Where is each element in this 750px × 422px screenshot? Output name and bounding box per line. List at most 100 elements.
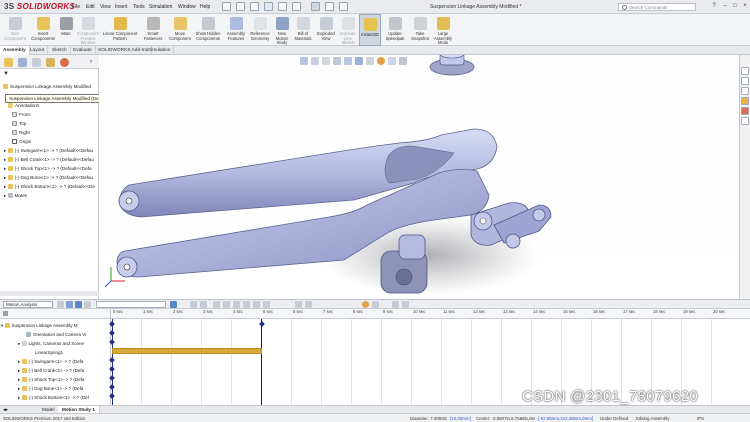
units-selector[interactable]: IPS bbox=[697, 415, 704, 422]
property-manager-tab-icon[interactable] bbox=[18, 58, 27, 67]
print-icon[interactable] bbox=[278, 2, 287, 11]
zoom-area-icon[interactable] bbox=[311, 57, 319, 65]
key-point[interactable] bbox=[109, 366, 115, 372]
scene-icon[interactable] bbox=[388, 57, 396, 65]
bill-of-materials-button[interactable]: Bill of Materials bbox=[293, 14, 313, 46]
reference-geometry-button[interactable]: Reference Geometry bbox=[249, 14, 271, 46]
take-snapshot-button[interactable]: Take Snapshot bbox=[409, 14, 431, 46]
hide-show-icon[interactable] bbox=[366, 57, 374, 65]
key-point[interactable] bbox=[109, 384, 115, 390]
section-view-icon[interactable] bbox=[333, 57, 341, 65]
calculator-icon[interactable] bbox=[57, 301, 64, 308]
contact-icon[interactable] bbox=[253, 301, 260, 308]
linear-pattern-button[interactable]: Linear Component Pattern bbox=[102, 14, 138, 46]
timeline-filter-icon[interactable] bbox=[372, 301, 379, 308]
view-palette-icon[interactable] bbox=[741, 97, 749, 105]
timeline-ruler[interactable]: 0 sec 1 sec 2 sec 3 sec 4 sec 5 sec 6 se… bbox=[111, 309, 750, 319]
damper-icon[interactable] bbox=[233, 301, 240, 308]
tree-root[interactable]: Suspension Linkage Assembly Modified bbox=[3, 83, 91, 91]
menu-view[interactable]: View bbox=[100, 4, 111, 10]
zoom-in-timeline-icon[interactable] bbox=[392, 301, 399, 308]
key-point[interactable] bbox=[109, 357, 115, 363]
motion-tree-shock-top[interactable]: ▸ (-) Shock Top<1> -> ? (Defa bbox=[18, 375, 84, 384]
motion-tree-swingarm[interactable]: ▸ (-) Swingarm<1> -> ? (Defa bbox=[18, 357, 83, 366]
large-assembly-mode-button[interactable]: Large Assembly Mode bbox=[432, 14, 454, 46]
tree-item-shock-top[interactable]: ▸ (-) Shock Top<1> -> ? (Default<<Defa bbox=[4, 165, 92, 173]
study-properties-icon[interactable] bbox=[305, 301, 312, 308]
motion-tree-dog-bone[interactable]: ▸ (-) Dog Bone<1> -> ? (Defa bbox=[18, 384, 83, 393]
motion-tree-lights[interactable]: ▸ Lights, Cameras and Scene bbox=[18, 339, 84, 348]
tab-simulation[interactable]: Simulation bbox=[145, 46, 175, 55]
help-icon[interactable]: ? bbox=[710, 3, 718, 10]
insert-components-button[interactable]: Insert Components bbox=[29, 14, 57, 46]
tree-item-right[interactable]: Right bbox=[12, 129, 30, 137]
explode-line-sketch-button[interactable]: Explode Line Sketch bbox=[338, 14, 358, 46]
options-icon[interactable] bbox=[339, 2, 348, 11]
tree-item-shock-bottom[interactable]: ▸ (-) Shock Bottom<1> -> ? (Default<<De bbox=[4, 183, 95, 191]
appearances-icon[interactable] bbox=[741, 107, 749, 115]
key-point[interactable] bbox=[109, 321, 115, 327]
display-manager-tab-icon[interactable] bbox=[60, 58, 69, 67]
custom-properties-icon[interactable] bbox=[741, 117, 749, 125]
motion-tree-root[interactable]: ▾ Suspension Linkage Assembly M bbox=[1, 321, 78, 330]
tab-evaluate[interactable]: Evaluate bbox=[70, 46, 96, 55]
config-manager-tab-icon[interactable] bbox=[32, 58, 41, 67]
update-speedpak-button[interactable]: Update Speedpak bbox=[383, 14, 407, 46]
zoom-to-fit-icon[interactable] bbox=[300, 57, 308, 65]
time-bar[interactable] bbox=[261, 319, 262, 405]
gravity-icon[interactable] bbox=[263, 301, 270, 308]
display-style-icon[interactable] bbox=[355, 57, 363, 65]
home-icon[interactable] bbox=[222, 2, 231, 11]
solidworks-logo[interactable]: 3S SOLIDWORKS bbox=[4, 2, 75, 11]
menu-window[interactable]: Window bbox=[178, 4, 196, 10]
graphics-area[interactable] bbox=[99, 49, 739, 299]
search-input[interactable]: Search Commands bbox=[618, 3, 696, 11]
tab-addins[interactable]: SOLIDWORKS Add-Ins bbox=[95, 46, 153, 55]
instant3d-button[interactable]: Instant3D bbox=[359, 14, 381, 46]
zoom-out-timeline-icon[interactable] bbox=[402, 301, 409, 308]
key-point[interactable] bbox=[109, 330, 115, 336]
add-key-icon[interactable] bbox=[200, 301, 207, 308]
new-document-icon[interactable] bbox=[236, 2, 245, 11]
undo-icon[interactable] bbox=[292, 2, 301, 11]
motion-tree-orientation[interactable]: Orientation and Camera Vi bbox=[26, 330, 86, 339]
previous-view-icon[interactable] bbox=[322, 57, 330, 65]
motor-icon[interactable] bbox=[213, 301, 220, 308]
play-from-start-icon[interactable] bbox=[66, 301, 73, 308]
tree-item-swingarm[interactable]: ▸ (-) Swingarm<1> -> ? (Default<<Defau bbox=[4, 147, 93, 155]
exploded-view-button[interactable]: Exploded View bbox=[315, 14, 337, 46]
design-library-icon[interactable] bbox=[741, 77, 749, 85]
save-icon[interactable] bbox=[264, 2, 273, 11]
tree-item-dog-bone[interactable]: ▸ (-) Dog Bone<1> -> ? (Default<<Defau bbox=[4, 174, 93, 182]
dimxpert-tab-icon[interactable] bbox=[46, 58, 55, 67]
assembly-features-button[interactable]: Assembly Features bbox=[224, 14, 248, 46]
play-icon[interactable] bbox=[75, 301, 82, 308]
mate-button[interactable]: Mate bbox=[58, 14, 74, 46]
panel-scrollbar[interactable] bbox=[0, 291, 99, 296]
key-point[interactable] bbox=[109, 375, 115, 381]
minimize-icon[interactable]: – bbox=[721, 3, 729, 10]
menu-file[interactable]: File bbox=[72, 4, 80, 10]
motion-tree-bell-crank[interactable]: ▸ (-) Bell Crank<1> -> ? (Defa bbox=[18, 366, 84, 375]
motion-tree-shock-bottom[interactable]: ▸ (-) Shock Bottom<1> -> ? (Def bbox=[18, 393, 89, 402]
appearance-icon[interactable] bbox=[377, 57, 385, 65]
spring-timeline-bar[interactable] bbox=[112, 348, 262, 354]
resources-icon[interactable] bbox=[741, 67, 749, 75]
chevron-right-icon[interactable]: › bbox=[90, 59, 92, 65]
stop-icon[interactable] bbox=[84, 301, 91, 308]
preview-window-button[interactable]: Component Preview Window bbox=[75, 14, 101, 46]
key-point[interactable] bbox=[109, 393, 115, 399]
motion-tree-spring[interactable]: LinearSpring1 bbox=[35, 348, 63, 357]
assembly-model[interactable] bbox=[99, 49, 739, 299]
view-orientation-icon[interactable] bbox=[344, 57, 352, 65]
tree-item-top[interactable]: Top bbox=[12, 120, 26, 128]
key-point[interactable] bbox=[109, 339, 115, 345]
select-icon[interactable] bbox=[311, 2, 320, 11]
tree-item-bell-crank[interactable]: ▸ (-) Bell Crank<1> -> ? (Default<<Defau bbox=[4, 156, 94, 164]
tree-item-mates[interactable]: ▸ Mates bbox=[4, 192, 27, 200]
playback-speed-select[interactable] bbox=[96, 301, 166, 308]
study-type-select[interactable]: Motion Analysis bbox=[3, 301, 53, 308]
edit-component-button[interactable]: Edit Component bbox=[2, 14, 28, 46]
menu-tools[interactable]: Tools bbox=[133, 4, 145, 10]
file-explorer-icon[interactable] bbox=[741, 87, 749, 95]
